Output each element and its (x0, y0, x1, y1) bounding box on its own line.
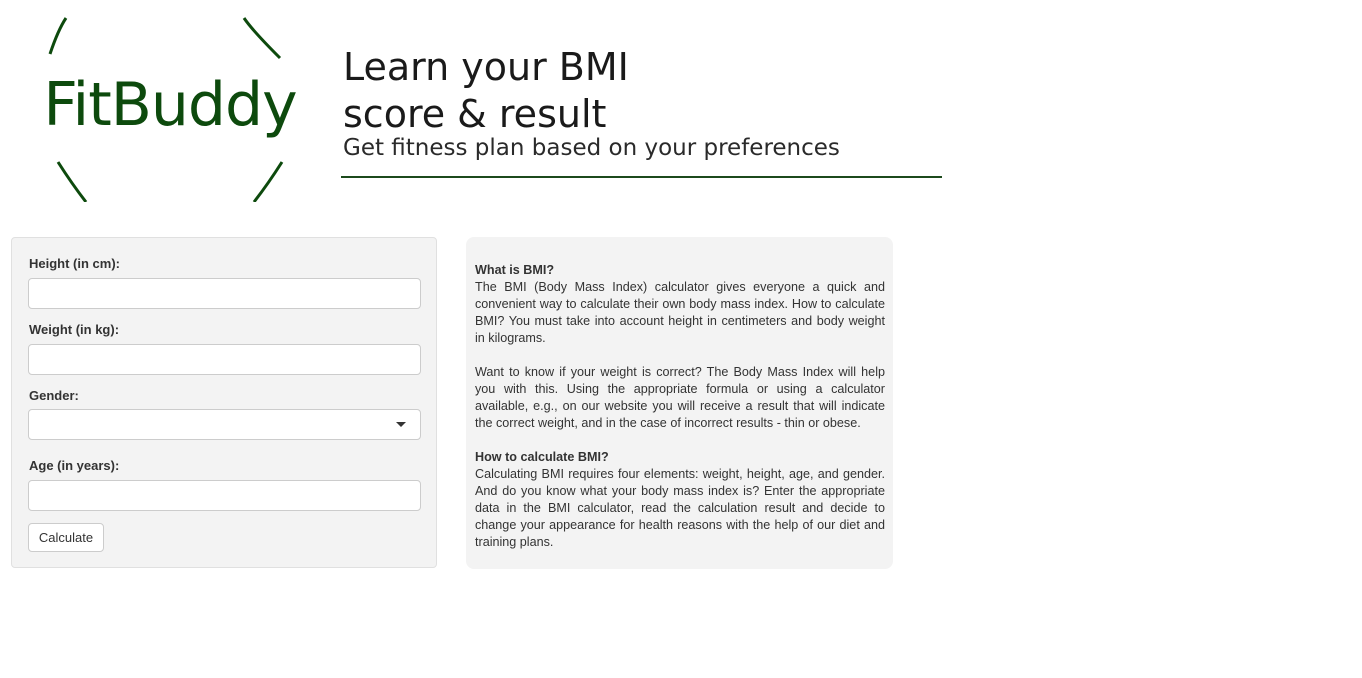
hero-title-line1: Learn your BMI (343, 45, 629, 89)
calculate-button[interactable]: Calculate (28, 523, 104, 552)
gender-select[interactable] (28, 409, 421, 440)
logo-text: FitBuddy (43, 70, 297, 140)
weight-label: Weight (in kg): (29, 322, 120, 337)
info-paragraph: Want to know if your weight is correct? … (475, 365, 885, 430)
info-heading-how: How to calculate BMI? (475, 450, 609, 464)
page: FitBuddy Learn your BMI score & result G… (0, 0, 1362, 678)
hero-subtitle: Get fitness plan based on your preferenc… (343, 135, 840, 161)
info-paragraph: Calculating BMI requires four elements: … (475, 467, 885, 549)
gender-label: Gender: (29, 388, 79, 403)
age-input[interactable] (28, 480, 421, 511)
hero-title-line2: score & result (343, 92, 607, 136)
weight-input[interactable] (28, 344, 421, 375)
age-label: Age (in years): (29, 458, 120, 473)
info-paragraph: The BMI (Body Mass Index) calculator giv… (475, 280, 885, 345)
bmi-form: Height (in cm): Weight (in kg): Gender: … (11, 237, 437, 568)
logo: FitBuddy (36, 16, 304, 202)
bmi-info-panel: What is BMI? The BMI (Body Mass Index) c… (466, 237, 893, 569)
info-heading-what: What is BMI? (475, 263, 555, 277)
height-input[interactable] (28, 278, 421, 309)
hero-divider (341, 176, 942, 178)
height-label: Height (in cm): (29, 256, 120, 271)
hero: Learn your BMI score & result Get fitnes… (343, 44, 943, 162)
chevron-down-icon (396, 422, 406, 427)
